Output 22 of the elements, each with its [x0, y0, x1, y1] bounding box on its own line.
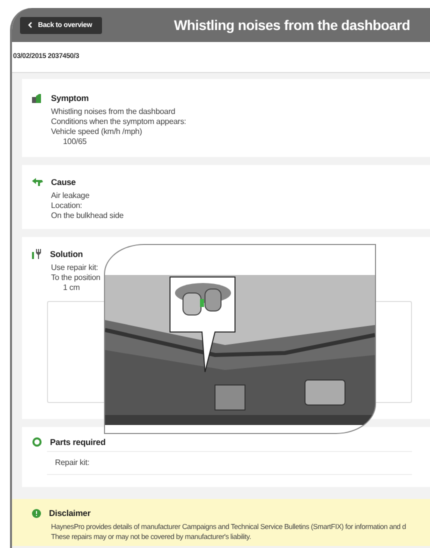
ring-icon [32, 437, 42, 447]
section-text: Air leakage [51, 191, 90, 201]
section-text: Conditions when the symptom appears: [51, 117, 186, 127]
section-text: To the position [51, 273, 100, 283]
section-value: 1 cm [62, 283, 80, 293]
section-text: Use repair kit: [51, 263, 98, 273]
section-text: Vehicle speed (km/h /mph) [51, 127, 142, 137]
disclaimer-title: Disclaimer [49, 508, 90, 518]
section-text: On the bulkhead side [51, 211, 124, 221]
section-title: Solution [50, 249, 83, 259]
info-icon [32, 508, 41, 518]
section-title: Symptom [51, 93, 89, 103]
section-title: Cause [51, 177, 76, 187]
section-text: Whistling noises from the dashboard [51, 107, 176, 117]
arrow-icon [32, 178, 43, 186]
chevron-left-icon [28, 22, 32, 28]
section-title: Parts required [50, 437, 106, 447]
section-text: Location: [51, 201, 82, 211]
part-row: Repair kit: [47, 451, 412, 475]
tools-icon [32, 249, 42, 259]
section-value: 100/65 [62, 137, 87, 147]
page-title: Whistling noises from the dashboard [172, 17, 412, 33]
